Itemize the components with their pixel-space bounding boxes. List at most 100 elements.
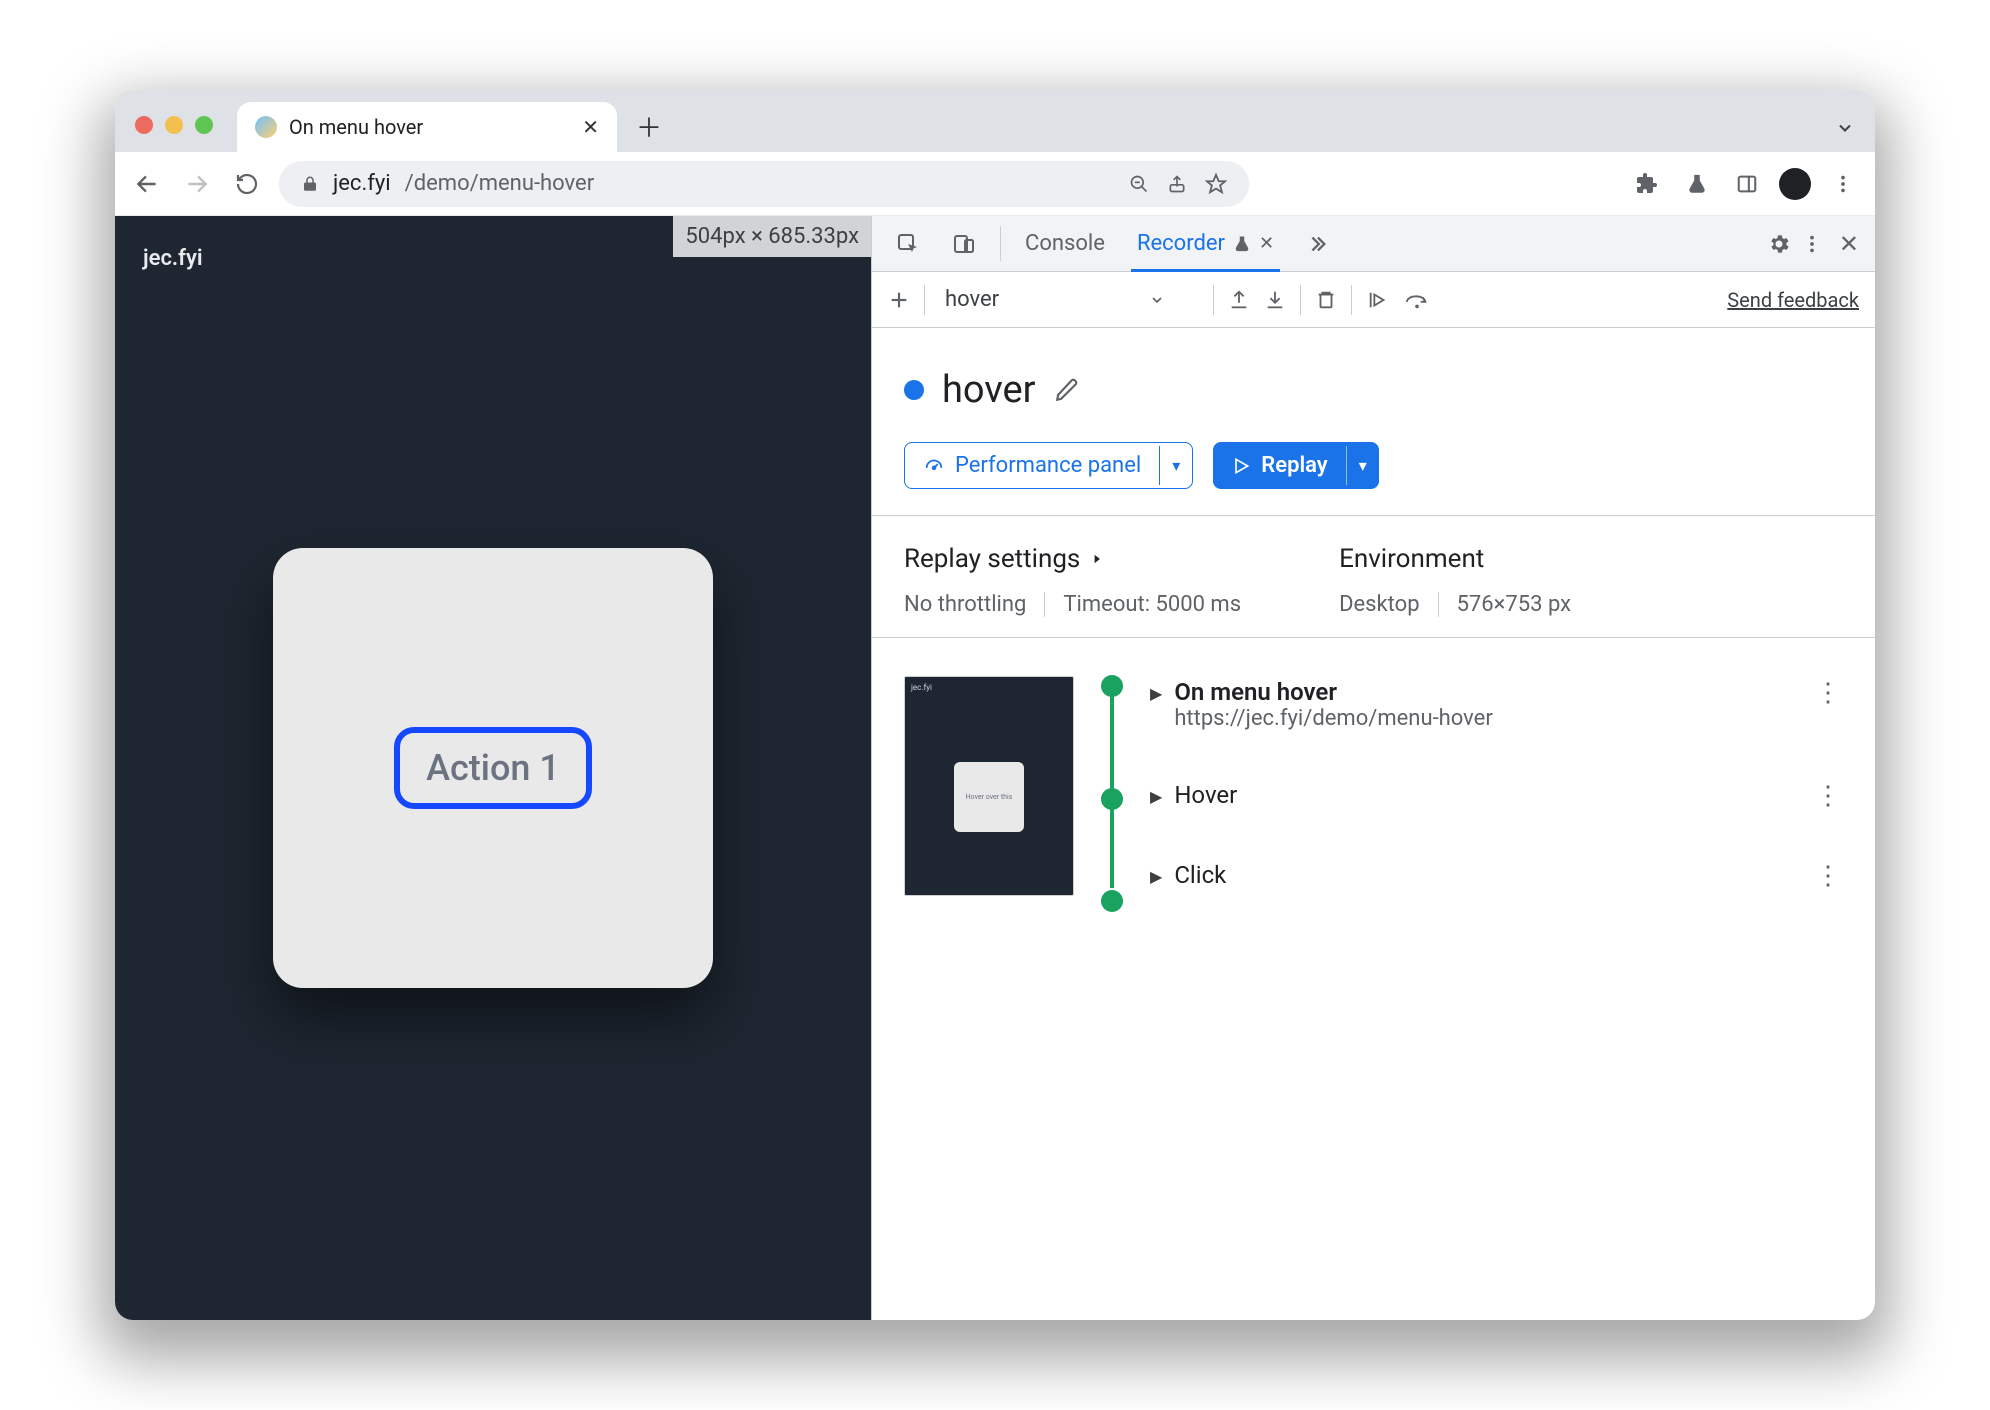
rendered-page: jec.fyi 504px × 685.33px Action 1	[115, 216, 871, 1320]
page-brand: jec.fyi	[143, 246, 203, 271]
step-label: Click	[1174, 861, 1226, 889]
maximize-window-icon[interactable]	[195, 116, 213, 134]
step-menu-icon[interactable]: ⋮	[1815, 678, 1843, 708]
tabs-overflow-icon[interactable]	[1835, 118, 1855, 138]
recording-select[interactable]: hover	[939, 283, 1199, 316]
step-timeline	[1098, 676, 1126, 896]
more-tabs-icon[interactable]	[1292, 216, 1342, 271]
recording-title: hover	[942, 368, 1036, 412]
recording-select-value: hover	[945, 287, 999, 312]
throttling-value[interactable]: No throttling	[904, 592, 1044, 617]
replay-settings-heading[interactable]: Replay settings	[904, 544, 1259, 574]
delete-icon[interactable]	[1315, 289, 1337, 311]
replay-button[interactable]: Replay ▾	[1213, 442, 1379, 489]
devtools-close-icon[interactable]: ✕	[1833, 230, 1865, 258]
browser-window: On menu hover ✕ ＋ jec.fyi/demo/menu-hove…	[115, 90, 1875, 1320]
disclosure-triangle-icon	[1090, 552, 1104, 566]
forward-button[interactable]	[179, 166, 215, 202]
gauge-icon	[923, 455, 945, 477]
recorder-body: hover Performance panel ▾ Re	[872, 328, 1875, 1320]
import-icon[interactable]	[1264, 289, 1286, 311]
tab-recorder-label: Recorder	[1137, 231, 1225, 256]
share-icon[interactable]	[1167, 174, 1187, 194]
thumbnail-brand: jec.fyi	[911, 683, 932, 692]
content-area: jec.fyi 504px × 685.33px Action 1 Consol…	[115, 216, 1875, 1320]
recorder-step[interactable]: ▶ Hover ⋮	[1150, 781, 1843, 811]
viewport-size-badge: 504px × 685.33px	[673, 216, 871, 257]
step-menu-icon[interactable]: ⋮	[1815, 781, 1843, 811]
close-window-icon[interactable]	[135, 116, 153, 134]
browser-toolbar: jec.fyi/demo/menu-hover	[115, 152, 1875, 216]
minimize-window-icon[interactable]	[165, 116, 183, 134]
environment-heading: Environment	[1339, 544, 1589, 574]
replay-settings-label: Replay settings	[904, 544, 1080, 574]
timeout-value[interactable]: Timeout: 5000 ms	[1044, 592, 1259, 617]
address-bar[interactable]: jec.fyi/demo/menu-hover	[279, 161, 1249, 207]
device-toggle-icon[interactable]	[938, 216, 990, 271]
close-tab-recorder-icon[interactable]: ✕	[1259, 233, 1274, 254]
chevron-down-icon	[1149, 292, 1165, 308]
devtools-settings-icon[interactable]	[1767, 232, 1791, 256]
export-icon[interactable]	[1228, 289, 1250, 311]
recorder-step[interactable]: ▶ On menu hover https://jec.fyi/demo/men…	[1150, 678, 1843, 731]
env-device-value: Desktop	[1339, 592, 1438, 617]
flask-icon	[1233, 235, 1251, 253]
inspect-icon[interactable]	[882, 216, 934, 271]
performance-panel-button[interactable]: Performance panel ▾	[904, 442, 1193, 489]
devtools-menu-icon[interactable]	[1801, 233, 1823, 255]
disclosure-triangle-icon: ▶	[1150, 787, 1162, 806]
replay-label: Replay	[1261, 453, 1327, 478]
step-menu-icon[interactable]: ⋮	[1815, 861, 1843, 891]
edit-title-icon[interactable]	[1054, 377, 1080, 403]
disclosure-triangle-icon: ▶	[1150, 867, 1162, 886]
timeline-node-icon	[1101, 788, 1123, 810]
timeline-node-icon	[1101, 890, 1123, 912]
send-feedback-link[interactable]: Send feedback	[1727, 288, 1859, 312]
step-thumbnail: jec.fyi Hover over this	[904, 676, 1074, 896]
close-tab-icon[interactable]: ✕	[582, 115, 599, 139]
profile-avatar[interactable]	[1779, 168, 1811, 200]
lock-icon	[301, 175, 319, 193]
url-host: jec.fyi	[333, 171, 391, 196]
new-tab-button[interactable]: ＋	[629, 106, 669, 146]
sidepanel-icon[interactable]	[1729, 166, 1765, 202]
timeline-node-icon	[1101, 675, 1123, 697]
extensions-icon[interactable]	[1629, 166, 1665, 202]
favicon-icon	[255, 116, 277, 138]
recorder-settings: Replay settings No throttling Timeout: 5…	[896, 530, 1851, 623]
play-icon	[1231, 456, 1251, 476]
recorder-step[interactable]: ▶ Click ⋮	[1150, 861, 1843, 891]
recording-status-icon	[904, 380, 924, 400]
step-subtitle: https://jec.fyi/demo/menu-hover	[1174, 706, 1492, 731]
recorder-toolbar: hover Send feedback	[872, 272, 1875, 328]
bookmark-icon[interactable]	[1205, 173, 1227, 195]
step-icon[interactable]	[1366, 289, 1390, 311]
devtools-tabstrip: Console Recorder ✕ ✕	[872, 216, 1875, 272]
tab-console[interactable]: Console	[1011, 216, 1119, 271]
back-button[interactable]	[129, 166, 165, 202]
disclosure-triangle-icon: ▶	[1150, 684, 1162, 703]
new-recording-icon[interactable]	[888, 289, 910, 311]
step-label: On menu hover	[1174, 678, 1492, 706]
devtools-panel: Console Recorder ✕ ✕ hover	[871, 216, 1875, 1320]
recorder-steps: jec.fyi Hover over this ▶ On menu	[896, 652, 1851, 920]
action-button[interactable]: Action 1	[394, 727, 592, 809]
labs-icon[interactable]	[1679, 166, 1715, 202]
performance-panel-dropdown[interactable]: ▾	[1159, 446, 1192, 485]
browser-menu-icon[interactable]	[1825, 166, 1861, 202]
demo-card: Action 1	[273, 548, 713, 988]
thumbnail-card: Hover over this	[954, 762, 1024, 832]
replay-dropdown[interactable]: ▾	[1346, 446, 1379, 485]
tab-title: On menu hover	[289, 115, 423, 139]
env-size-value: 576×753 px	[1438, 592, 1590, 617]
url-path: /demo/menu-hover	[405, 171, 595, 196]
step-over-icon[interactable]	[1404, 289, 1430, 311]
reload-button[interactable]	[229, 166, 265, 202]
window-controls	[135, 116, 213, 134]
browser-tab[interactable]: On menu hover ✕	[237, 102, 617, 152]
performance-panel-label: Performance panel	[955, 453, 1141, 478]
tab-strip: On menu hover ✕ ＋	[115, 90, 1875, 152]
environment-label: Environment	[1339, 544, 1484, 574]
tab-recorder[interactable]: Recorder ✕	[1123, 216, 1288, 271]
zoom-icon[interactable]	[1129, 174, 1149, 194]
